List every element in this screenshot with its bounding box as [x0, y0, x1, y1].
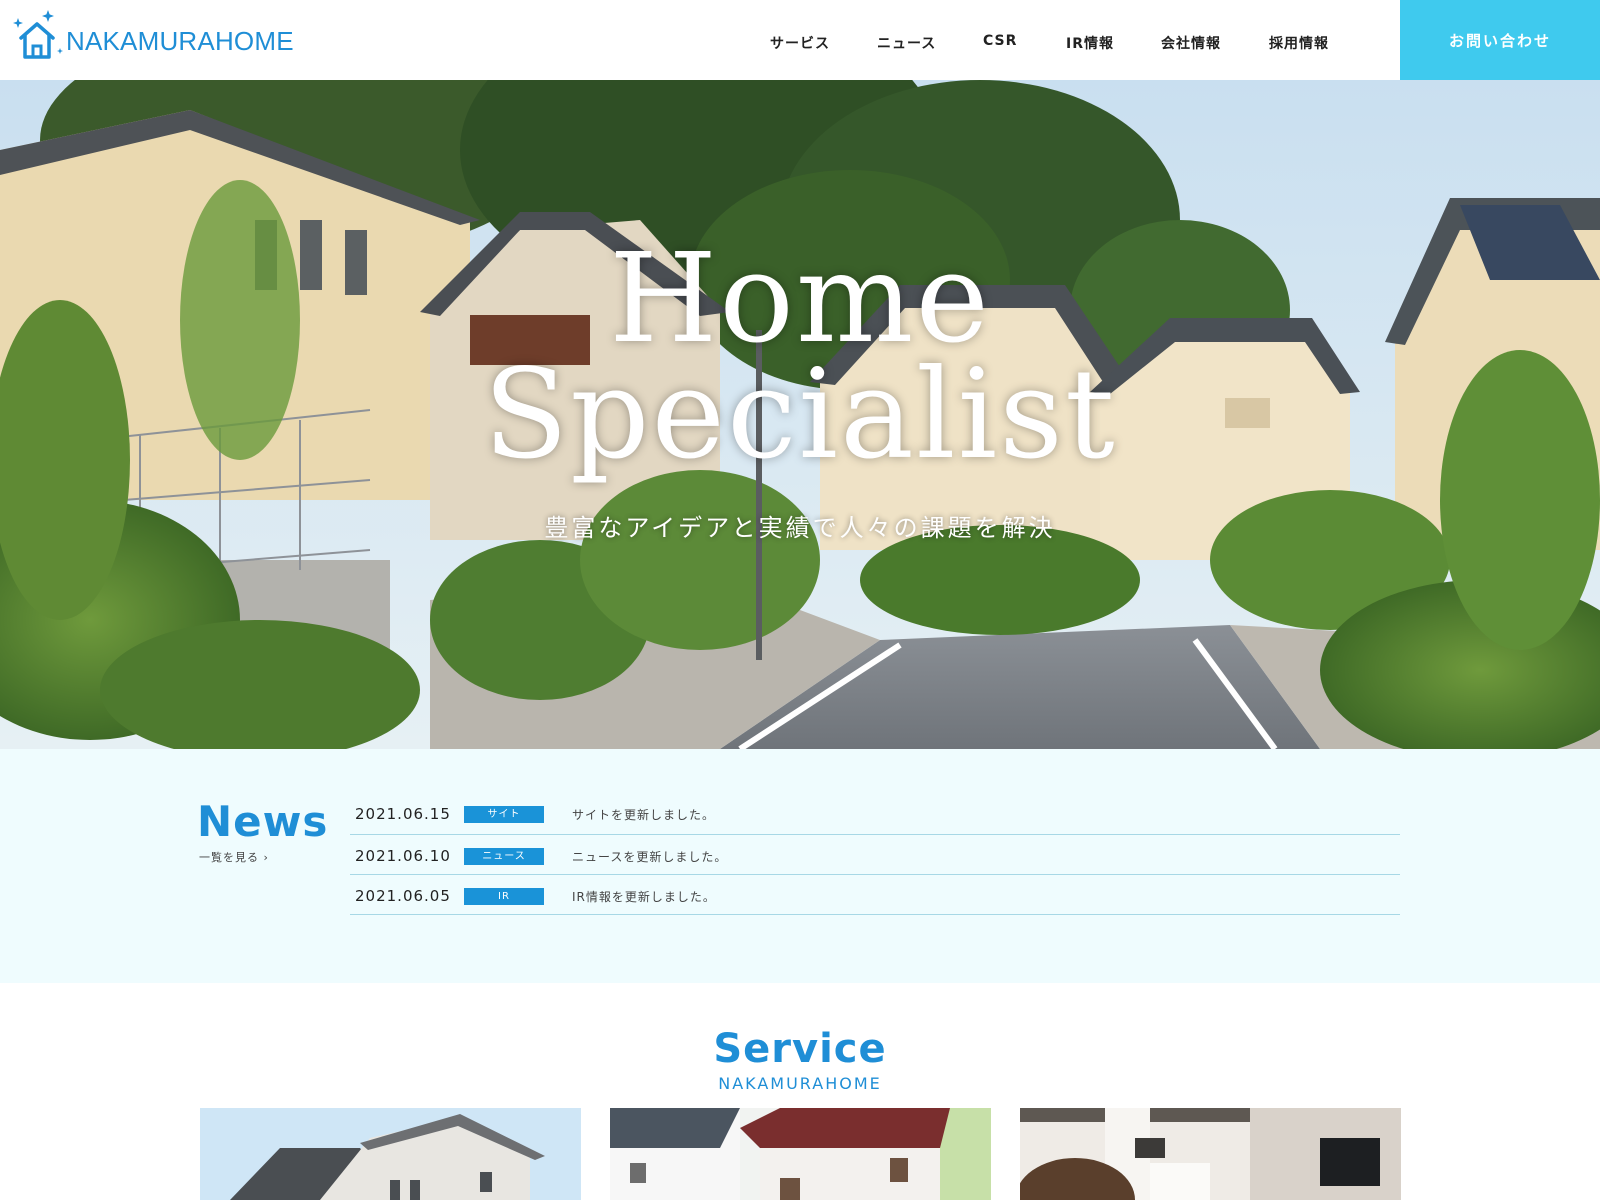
news-category-badge: ニュース	[464, 848, 544, 865]
news-date: 2021.06.10	[355, 847, 451, 865]
nav-item-service[interactable]: サービス	[770, 33, 830, 53]
news-view-all-link[interactable]: 一覧を見る ›	[199, 849, 269, 865]
news-link[interactable]: IR情報を更新しました。	[572, 888, 716, 905]
hero-subtitle: 豊富なアイデアと実績で人々の課題を解決	[544, 514, 1056, 542]
site-logo[interactable]: NAKAMURAHOME	[12, 8, 294, 60]
news-category-badge: IR	[464, 888, 544, 905]
news-list: 2021.06.15 サイト サイトを更新しました。 2021.06.10 ニュ…	[350, 793, 1400, 915]
house-logo-icon	[12, 8, 64, 60]
service-heading: Service	[713, 1026, 887, 1072]
news-link[interactable]: ニュースを更新しました。	[572, 848, 727, 865]
hero-section: Home Specialist 豊富なアイデアと実績で人々の課題を解決	[0, 80, 1600, 749]
nav-item-recruit[interactable]: 採用情報	[1269, 33, 1329, 53]
hero-title-line2: Specialist	[483, 343, 1117, 487]
news-date: 2021.06.05	[355, 887, 451, 905]
service-card-house-exterior[interactable]	[200, 1108, 581, 1200]
news-section: News 一覧を見る › 2021.06.15 サイト サイトを更新しました。 …	[0, 749, 1600, 983]
news-link[interactable]: サイトを更新しました。	[572, 806, 715, 823]
service-image-house-exterior	[200, 1108, 581, 1200]
news-item: 2021.06.05 IR IR情報を更新しました。	[350, 875, 1400, 915]
nav-item-news[interactable]: ニュース	[877, 33, 936, 53]
service-card-house-model[interactable]	[610, 1108, 991, 1200]
news-item: 2021.06.15 サイト サイトを更新しました。	[350, 793, 1400, 835]
service-subheading: NAKAMURAHOME	[718, 1074, 882, 1093]
nav-item-company[interactable]: 会社情報	[1161, 33, 1221, 53]
nav-item-ir[interactable]: IR情報	[1066, 33, 1114, 53]
news-heading: News	[197, 797, 329, 846]
service-image-house-model	[610, 1108, 991, 1200]
hero-title-line1: Home	[609, 227, 991, 371]
nav-item-csr[interactable]: CSR	[983, 33, 1017, 49]
service-image-interior	[1020, 1108, 1401, 1200]
news-date: 2021.06.15	[355, 805, 451, 823]
contact-button[interactable]: お問い合わせ	[1400, 0, 1600, 80]
site-header: NAKAMURAHOME サービス ニュース CSR IR情報 会社情報 採用情…	[0, 0, 1600, 80]
logo-text: NAKAMURAHOME	[66, 26, 294, 56]
news-category-badge: サイト	[464, 806, 544, 823]
service-card-interior[interactable]	[1020, 1108, 1401, 1200]
news-item: 2021.06.10 ニュース ニュースを更新しました。	[350, 835, 1400, 875]
